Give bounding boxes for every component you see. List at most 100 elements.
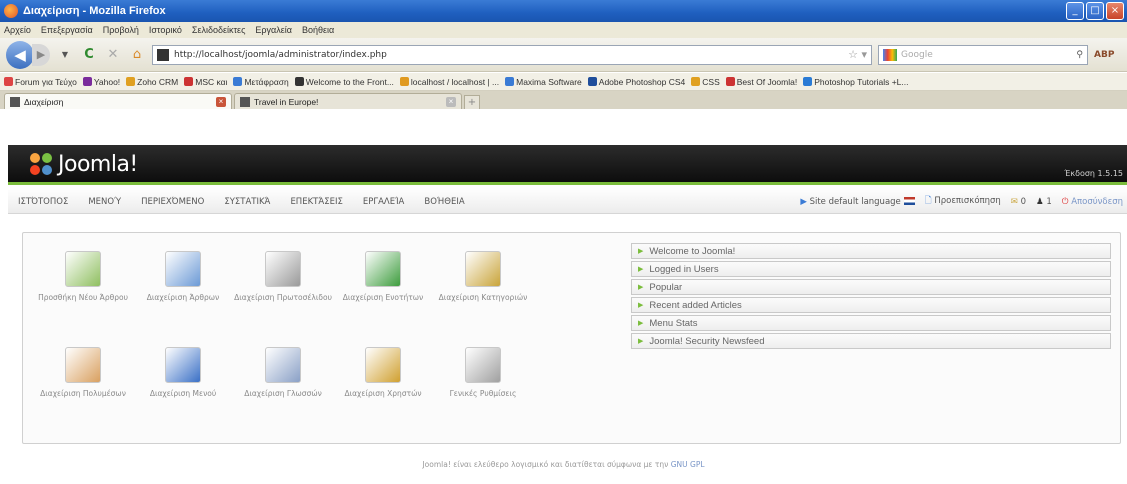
bookmark-label: Adobe Photoshop CS4 — [598, 76, 686, 87]
tab-close-icon[interactable]: × — [216, 96, 226, 107]
module-menu-stats[interactable]: ▶ Menu Stats — [631, 315, 1111, 331]
quick-icon-4[interactable]: Διαχείριση Ενοτήτων — [333, 251, 433, 303]
bookmark-favicon-icon — [294, 77, 304, 86]
bookmark-label: Maxima Software — [516, 76, 582, 87]
control-panel: Προσθήκη Νέου Άρθρου Διαχείριση Άρθρων Δια… — [22, 232, 1121, 444]
tab-close-icon[interactable]: × — [446, 96, 456, 107]
menu-content[interactable]: Περιεχόμενο — [131, 197, 214, 207]
bookmark-item[interactable]: Μετάφραση — [233, 77, 289, 87]
bookmark-favicon-icon — [82, 77, 92, 86]
navigation-toolbar: ◀ ▶ ▼ C ✕ ⌂ http://localhost/joomla/admi… — [0, 38, 1127, 72]
bookmark-item[interactable]: Photoshop Tutorials +L... — [803, 77, 909, 87]
window-titlebar: Διαχείριση - Mozilla Firefox _ □ × — [0, 0, 1127, 22]
back-button[interactable]: ◀ — [6, 40, 34, 69]
quick-icon-5[interactable]: Διαχείριση Κατηγοριών — [433, 251, 533, 303]
firefox-icon — [4, 4, 18, 18]
quick-icon-1[interactable]: Προσθήκη Νέου Άρθρου — [33, 251, 133, 303]
maximize-button[interactable]: □ — [1086, 2, 1104, 20]
module-popular[interactable]: ▶ Popular — [631, 279, 1111, 295]
menu-bookmarks[interactable]: Σελιδοδείκτες — [192, 25, 246, 35]
menu-site[interactable]: Ιστότοπος — [8, 197, 78, 207]
module-title: Welcome to Joomla! — [649, 245, 736, 257]
module-security[interactable]: ▶ Joomla! Security Newsfeed — [631, 333, 1111, 349]
menu-extensions[interactable]: Επεκτάσεις — [280, 197, 352, 207]
new-tab-button[interactable]: + — [464, 95, 480, 109]
module-title: Joomla! Security Newsfeed — [649, 335, 765, 347]
quick-icon-6[interactable]: Διαχείριση Πολυμέσων — [33, 347, 133, 399]
url-bar[interactable]: http://localhost/joomla/administrator/in… — [152, 44, 872, 65]
expand-arrow-icon: ▶ — [638, 302, 644, 309]
logout-icon: ⏻ — [1061, 196, 1072, 207]
messages-count[interactable]: ✉ 0 — [1011, 197, 1026, 207]
expand-arrow-icon: ▶ — [638, 320, 644, 327]
minimize-button[interactable]: _ — [1066, 2, 1084, 20]
quick-icon-label: Διαχείριση Μενού — [149, 389, 217, 398]
dropdown-history-icon[interactable]: ▼ — [56, 46, 74, 64]
search-box[interactable]: Google ⚲ — [878, 44, 1088, 65]
menu-file[interactable]: Αρχείο — [4, 25, 31, 35]
home-icon[interactable]: ⌂ — [128, 46, 146, 64]
logout-link[interactable]: ⏻ Αποσύνδεση — [1062, 197, 1123, 207]
stop-icon[interactable]: ✕ — [104, 46, 122, 64]
menu-tools[interactable]: Εργαλεία — [353, 197, 415, 207]
forward-button[interactable]: ▶ — [32, 43, 50, 66]
bookmark-label: Best Of Joomla! — [736, 76, 798, 87]
quick-icon-10[interactable]: Γενικές Ρυθμίσεις — [433, 347, 533, 399]
messages-count-value: 0 — [1020, 196, 1027, 207]
quick-icon-7[interactable]: Διαχείριση Μενού — [133, 347, 233, 399]
language-status[interactable]: ▶ Site default language — [800, 197, 915, 207]
tab-admin[interactable]: Διαχείριση × — [4, 93, 232, 109]
menu-components[interactable]: Συστατικά — [214, 197, 280, 207]
preview-icon: 🗋 — [924, 195, 935, 206]
menu-tools[interactable]: Εργαλεία — [255, 25, 292, 35]
bookmark-favicon-icon — [505, 77, 515, 86]
tab-favicon-icon — [10, 96, 20, 107]
joomla-menu: Ιστότοπος Μενού Περιεχόμενο Συστατικά Επ… — [8, 190, 1127, 214]
reload-icon[interactable]: C — [80, 46, 98, 64]
window-title: Διαχείριση - Mozilla Firefox — [23, 5, 166, 17]
bookmark-item[interactable]: Welcome to the Front... — [294, 77, 394, 87]
menu-history[interactable]: Ιστορικό — [149, 25, 182, 35]
quick-icon-3[interactable]: Διαχείριση Πρωτοσέλιδου — [233, 251, 333, 303]
module-logged-in[interactable]: ▶ Logged in Users — [631, 261, 1111, 277]
tab-strip: Διαχείριση × Travel in Europe! × + — [0, 91, 1127, 109]
menu-view[interactable]: Προβολή — [103, 25, 139, 35]
bookmark-item[interactable]: Zoho CRM — [126, 77, 178, 87]
quick-icon-2[interactable]: Διαχείριση Άρθρων — [133, 251, 233, 303]
add-article-icon — [65, 251, 101, 287]
bookmark-item[interactable]: CSS — [691, 77, 720, 87]
search-icon[interactable]: ⚲ — [1076, 50, 1083, 60]
users-count[interactable]: ♟ 1 — [1036, 197, 1052, 207]
search-engine-icon[interactable] — [883, 48, 897, 61]
menu-help[interactable]: Βοήθεια — [414, 197, 474, 207]
footer-license-link[interactable]: GNU GPL — [671, 460, 705, 469]
bookmark-label: Forum για Τεύχο — [15, 76, 77, 87]
bookmark-item[interactable]: Maxima Software — [505, 77, 582, 87]
bookmark-item[interactable]: Yahoo! — [82, 77, 120, 87]
preview-link[interactable]: 🗋 Προεπισκόπηση — [925, 195, 1001, 209]
bookmark-item[interactable]: MSC και — [184, 77, 227, 87]
bookmark-favicon-icon — [184, 77, 194, 86]
menu-menus[interactable]: Μενού — [78, 197, 131, 207]
tab-travel[interactable]: Travel in Europe! × — [234, 93, 462, 109]
quick-icon-8[interactable]: Διαχείριση Γλωσσών — [233, 347, 333, 399]
bookmark-item[interactable]: Adobe Photoshop CS4 — [587, 76, 686, 87]
module-recent[interactable]: ▶ Recent added Articles — [631, 297, 1111, 313]
language-manager-icon — [265, 347, 301, 383]
category-manager-icon — [465, 251, 501, 287]
close-button[interactable]: × — [1106, 2, 1124, 20]
bookmark-item[interactable]: localhost / localhost | ... — [399, 77, 499, 87]
addon-icon[interactable]: ABP — [1094, 46, 1114, 64]
quick-icon-9[interactable]: Διαχείριση Χρηστών — [333, 347, 433, 399]
media-manager-icon — [65, 347, 101, 383]
menu-edit[interactable]: Επεξεργασία — [41, 25, 93, 35]
browser-menubar: Αρχείο Επεξεργασία Προβολή Ιστορικό Σελι… — [0, 22, 1127, 38]
menu-help[interactable]: Βοήθεια — [302, 25, 334, 35]
bookmark-item[interactable]: Forum για Τεύχο — [4, 77, 77, 87]
bookmark-item[interactable]: Best Of Joomla! — [725, 76, 798, 87]
preview-label: Προεπισκόπηση — [934, 195, 1001, 206]
expand-arrow-icon: ▶ — [638, 266, 644, 273]
module-welcome[interactable]: ▶ Welcome to Joomla! — [631, 243, 1111, 259]
messages-icon: ✉ — [1010, 196, 1021, 207]
bookmark-star-icon[interactable]: ☆ ▾ — [848, 48, 867, 61]
